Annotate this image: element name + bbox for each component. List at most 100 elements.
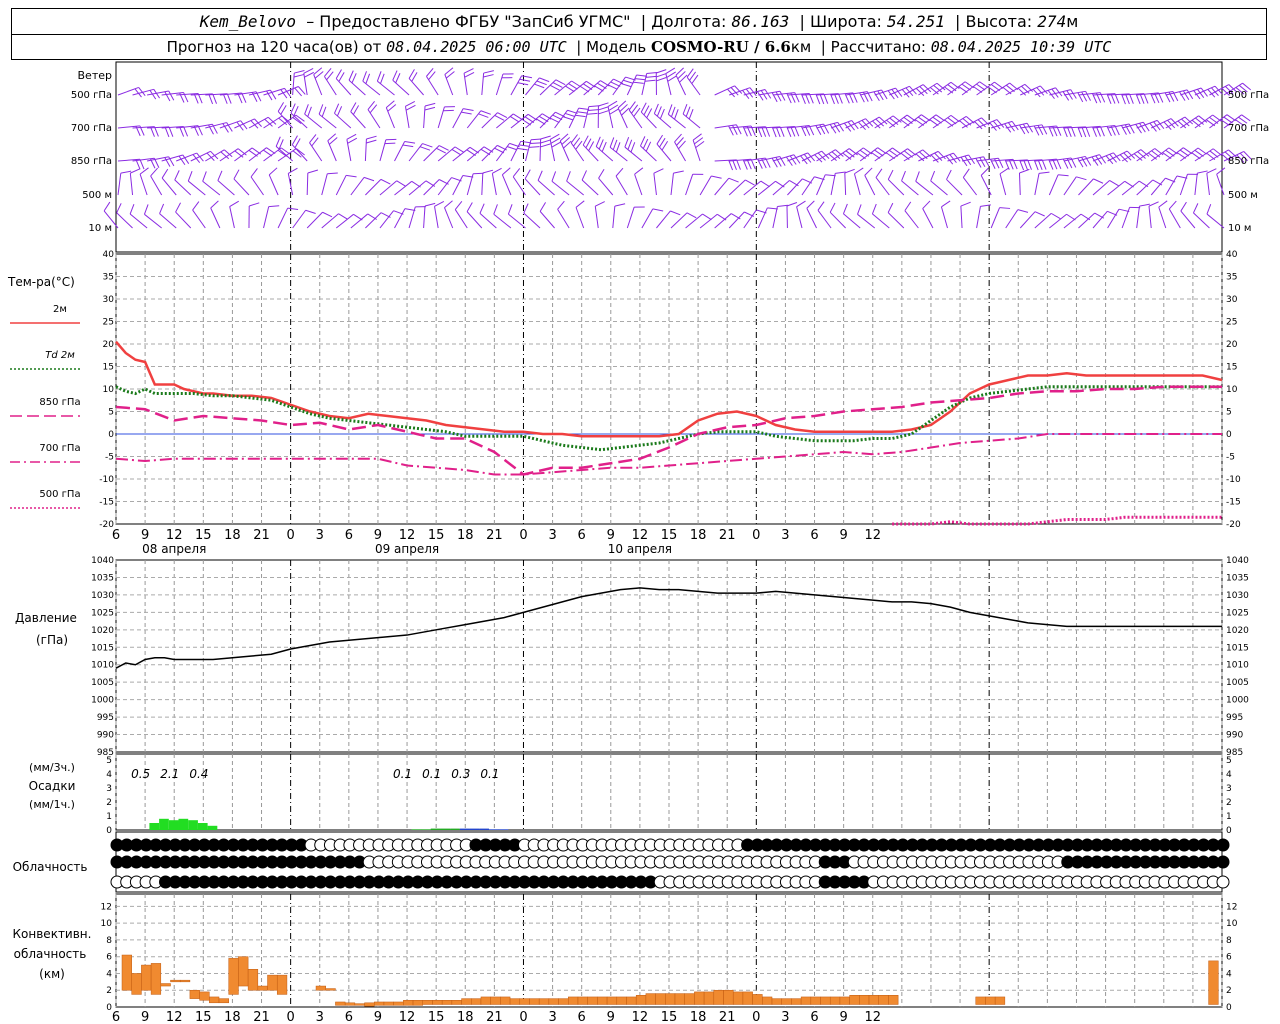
wind-barb-feather <box>187 171 193 182</box>
hour-tick-label: 3 <box>316 1010 324 1024</box>
wind-barb-staff <box>318 113 337 129</box>
hour-tick-label: 12 <box>864 1010 881 1024</box>
precip-bar <box>188 820 198 830</box>
temp-ytick: 25 <box>103 318 114 328</box>
wind-barb-feather <box>293 106 299 117</box>
pressure-ytick: 1000 <box>91 696 114 706</box>
wind-barb-staff <box>334 112 352 129</box>
hour-tick-label: 12 <box>166 1010 183 1024</box>
pressure-ytick: 1030 <box>1226 591 1249 601</box>
conv-bar <box>509 998 521 1005</box>
conv-bar <box>839 996 850 1005</box>
wind-barb-staff <box>872 213 890 229</box>
wind-barb-feather <box>565 112 576 118</box>
wind-barb-feather <box>291 135 298 146</box>
wind-barb-staff <box>990 82 1010 96</box>
hour-tick-label: 18 <box>224 528 241 543</box>
conv-bar <box>684 993 695 1005</box>
wind-barb <box>729 158 756 170</box>
wind-barb <box>932 114 960 129</box>
wind-barb-feather <box>598 168 605 179</box>
pressure-ytick: 1010 <box>91 661 114 671</box>
wind-barb-staff <box>1048 174 1059 196</box>
wind-barb-staff <box>557 209 570 229</box>
wind-barb-staff <box>539 111 556 129</box>
wind-barb-staff <box>348 79 366 96</box>
wind-barb-feather <box>336 106 343 117</box>
wind-barb-staff <box>787 178 803 196</box>
temp-series-line <box>892 515 1222 526</box>
wind-barb-feather <box>1081 126 1087 138</box>
wind-barb <box>743 209 767 229</box>
wind-barb-feather <box>280 105 287 115</box>
wind-barb <box>1078 178 1104 196</box>
wind-barb-staff <box>1216 174 1225 196</box>
wind-barb-feather <box>815 94 821 105</box>
conv-bar <box>218 998 229 1004</box>
wind-barb <box>999 167 1010 196</box>
hour-tick-label: 9 <box>607 1010 615 1024</box>
wind-barb-feather <box>492 167 502 174</box>
conv-bar <box>451 1000 462 1005</box>
wind-barb <box>217 170 235 196</box>
wind-barb-staff <box>454 209 468 229</box>
wind-barb-staff <box>539 211 555 229</box>
pressure-ytick: 1035 <box>91 573 114 583</box>
precip-bar <box>498 829 509 830</box>
wind-barb-feather <box>1093 178 1104 184</box>
wind-barb <box>859 147 887 162</box>
wind-barb-feather <box>817 201 825 211</box>
precip-total: 0.1 <box>422 767 441 781</box>
wind-barb-feather <box>960 201 971 207</box>
wind-barb-staff <box>117 173 122 196</box>
wind-barb <box>327 133 338 162</box>
wind-barb-staff <box>947 115 967 129</box>
wind-barb-staff <box>466 146 485 162</box>
wind-barb-staff <box>1063 213 1082 229</box>
wind-barb-feather <box>844 168 855 174</box>
wind-barb-feather <box>1026 122 1034 133</box>
wind-barb-staff <box>1136 206 1140 229</box>
wind-barb <box>980 167 992 196</box>
conv-bar <box>985 996 996 1005</box>
wind-barb-staff <box>437 106 445 129</box>
wind-barb-feather <box>1076 176 1087 181</box>
wind-barb <box>466 202 483 229</box>
pressure-unit: (гПа) <box>36 633 68 647</box>
wind-barb-staff <box>853 173 861 196</box>
wind-barb-feather <box>775 126 781 138</box>
wind-barb-staff <box>699 213 718 229</box>
wind-barb-feather <box>434 200 445 207</box>
wind-barb-staff <box>674 141 686 162</box>
conv-bar <box>393 1001 404 1006</box>
temp-series-line <box>115 433 1222 476</box>
conv-ytick: 8 <box>1226 936 1232 946</box>
conv-bar <box>568 996 579 1005</box>
wind-barb-feather <box>1192 203 1199 214</box>
wind-barb-feather <box>598 106 609 111</box>
wind-barb-feather <box>620 83 632 88</box>
wind-barb <box>617 100 630 129</box>
wind-barb-feather <box>1125 93 1130 105</box>
wind-barb-staff <box>594 206 599 229</box>
hour-tick-label: 0 <box>519 1010 527 1024</box>
wind-barb-feather <box>376 71 382 82</box>
wind-barb-staff <box>423 106 426 129</box>
wind-barb-feather <box>217 170 223 181</box>
wind-barb-staff <box>1078 178 1094 196</box>
wind-barb-feather <box>379 73 385 84</box>
wind-barb-staff <box>350 111 366 129</box>
wind-barb <box>303 68 314 96</box>
wind-barb <box>248 147 276 162</box>
wind-barb-feather <box>946 169 952 180</box>
conv-ytick: 4 <box>106 969 112 979</box>
wind-barb-feather <box>338 72 345 82</box>
wind-barb-staff <box>628 109 643 129</box>
temp-ytick: 5 <box>1226 408 1232 418</box>
wind-barb-feather <box>732 125 738 135</box>
conv-bar <box>412 1000 424 1006</box>
wind-barb <box>901 170 919 196</box>
wind-barb-feather <box>652 208 664 212</box>
wind-barb-staff <box>961 117 982 129</box>
pressure-ytick: 1000 <box>1226 696 1249 706</box>
